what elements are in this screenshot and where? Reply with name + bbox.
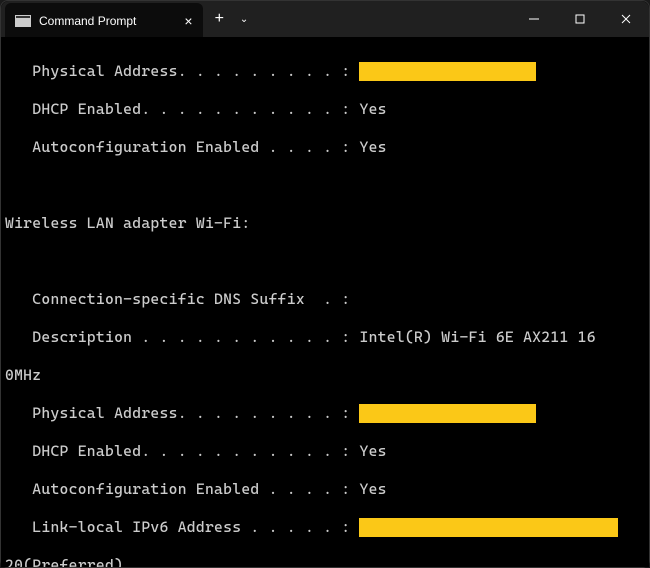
redacted-value <box>359 404 536 423</box>
label: Description . . . . . . . . . . . : <box>5 328 359 346</box>
value: Yes <box>359 100 386 118</box>
label: Link-local IPv6 Address . . . . . : <box>5 518 359 536</box>
tab-title: Command Prompt <box>39 14 136 28</box>
window-controls <box>511 1 649 37</box>
label: Physical Address. . . . . . . . . : <box>5 62 359 80</box>
value: Intel(R) Wi-Fi 6E AX211 16 <box>359 328 595 346</box>
redacted-value <box>359 518 618 537</box>
value-wrap: 20(Preferred) <box>5 556 123 567</box>
value-wrap: 0MHz <box>5 366 41 384</box>
value: Yes <box>359 138 386 156</box>
value: Yes <box>359 442 386 460</box>
label: DHCP Enabled. . . . . . . . . . . : <box>5 100 359 118</box>
close-button[interactable] <box>603 1 649 37</box>
terminal-output[interactable]: Physical Address. . . . . . . . . : DHCP… <box>1 37 649 567</box>
chevron-down-icon[interactable]: ⌄ <box>236 14 252 25</box>
command-prompt-window: Command Prompt × + ⌄ Physical Address. .… <box>0 0 650 568</box>
label: DHCP Enabled. . . . . . . . . . . : <box>5 442 359 460</box>
close-tab-icon[interactable]: × <box>184 13 192 29</box>
label: Physical Address. . . . . . . . . : <box>5 404 359 422</box>
label: Autoconfiguration Enabled . . . . : <box>5 480 359 498</box>
label: Connection-specific DNS Suffix . : <box>5 290 350 308</box>
value: Yes <box>359 480 386 498</box>
label: Autoconfiguration Enabled . . . . : <box>5 138 359 156</box>
tab-command-prompt[interactable]: Command Prompt × <box>5 3 203 39</box>
titlebar: Command Prompt × + ⌄ <box>1 1 649 37</box>
redacted-value <box>359 62 536 81</box>
new-tab-button[interactable]: + <box>203 10 236 28</box>
terminal-icon <box>15 15 31 27</box>
adapter-header: Wireless LAN adapter Wi-Fi: <box>5 214 250 232</box>
maximize-button[interactable] <box>557 1 603 37</box>
minimize-button[interactable] <box>511 1 557 37</box>
